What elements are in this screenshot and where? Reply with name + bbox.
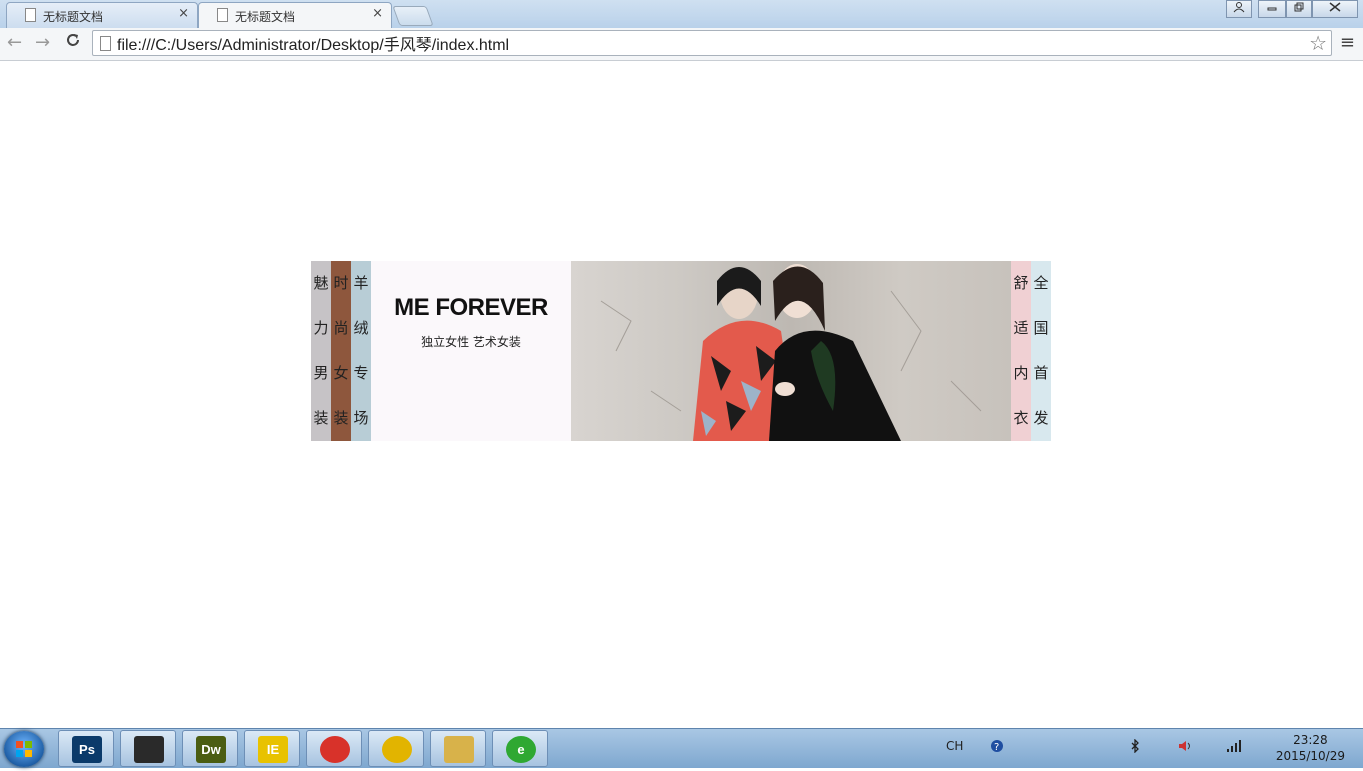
panel-char: 装	[333, 409, 349, 427]
two-models-image	[600, 264, 982, 441]
clock-date: 2015/10/29	[1275, 749, 1345, 763]
taskbar-photoshop[interactable]: Ps	[58, 730, 114, 767]
start-button[interactable]	[4, 731, 44, 767]
windows-taskbar: Ps Dw IE e CH ? 23:28 2015/10/29	[0, 728, 1363, 768]
close-window-button[interactable]	[1312, 0, 1358, 18]
chrome-icon	[320, 736, 350, 763]
restore-button[interactable]	[1286, 0, 1312, 18]
e-browser-icon: e	[506, 736, 536, 763]
panel-char: 全	[1033, 274, 1049, 292]
taskbar-music[interactable]	[368, 730, 424, 767]
svg-text:?: ?	[994, 742, 999, 753]
volume-icon[interactable]	[1178, 739, 1194, 756]
tab-1[interactable]: 无标题文档 ×	[6, 2, 198, 28]
help-circle-icon: ?	[991, 740, 1003, 753]
browser-toolbar: ← → ☆ ≡	[0, 28, 1363, 61]
folder-icon	[444, 736, 474, 763]
panel-char: 衣	[1013, 409, 1029, 427]
system-clock[interactable]: 23:28 2015/10/29	[1276, 732, 1345, 764]
chrome-menu-icon[interactable]: ≡	[1340, 32, 1355, 53]
minimize-button[interactable]	[1258, 0, 1286, 18]
clock-time: 23:28	[1293, 733, 1328, 747]
panel-char: 专	[353, 364, 369, 382]
brand-title: ME FOREVER	[394, 294, 548, 321]
accordion-panel-underwear[interactable]: 舒 适 内 衣	[1011, 261, 1031, 441]
close-icon	[1329, 2, 1341, 12]
browser-tab-strip: 无标题文档 × 无标题文档 ×	[0, 0, 1363, 28]
new-tab-button[interactable]	[392, 6, 434, 26]
page-icon	[100, 36, 111, 51]
person-icon	[1233, 2, 1245, 13]
network-signal-icon[interactable]	[1226, 739, 1242, 756]
help-icon[interactable]: ?	[990, 739, 1004, 756]
taskbar-explorer[interactable]	[430, 730, 486, 767]
panel-char: 尚	[333, 319, 349, 337]
panel-char: 国	[1033, 319, 1049, 337]
panel-char: 魅	[313, 274, 329, 292]
forward-button[interactable]: →	[35, 32, 50, 53]
taskbar-chrome[interactable]	[306, 730, 362, 767]
address-bar[interactable]: ☆	[92, 30, 1332, 56]
fashion-photo	[571, 261, 1011, 441]
windows-logo-icon	[16, 741, 32, 757]
reload-icon	[67, 34, 79, 46]
panel-char: 场	[353, 409, 369, 427]
qq-penguin-icon	[134, 736, 164, 763]
back-button[interactable]: ←	[7, 32, 22, 53]
accordion-banner: 魅 力 男 装 时 尚 女 装 羊 绒 专 场 ME FOREVER 独立女性 …	[311, 261, 1051, 441]
panel-char: 内	[1013, 364, 1029, 382]
reload-button[interactable]	[65, 32, 81, 53]
taskbar-dreamweaver[interactable]: Dw	[182, 730, 238, 767]
tab-title: 无标题文档	[235, 10, 296, 24]
user-profile-button[interactable]	[1226, 0, 1252, 18]
dreamweaver-icon: Dw	[196, 736, 226, 763]
tab-title: 无标题文档	[43, 10, 104, 24]
panel-char: 舒	[1013, 274, 1029, 292]
accordion-panel-launch[interactable]: 全 国 首 发	[1031, 261, 1051, 441]
bookmark-star-icon[interactable]: ☆	[1309, 31, 1327, 55]
tab-2[interactable]: 无标题文档 ×	[198, 2, 392, 28]
accordion-panel-womens[interactable]: 时 尚 女 装	[331, 261, 351, 441]
bluetooth-icon[interactable]	[1130, 738, 1140, 756]
url-input[interactable]	[117, 33, 1297, 53]
taskbar-ietester[interactable]: IE	[244, 730, 300, 767]
panel-char: 绒	[353, 319, 369, 337]
document-icon	[217, 8, 228, 22]
panel-char: 装	[313, 409, 329, 427]
accordion-panel-mens[interactable]: 魅 力 男 装	[311, 261, 331, 441]
accordion-panel-cashmere[interactable]: 羊 绒 专 场	[351, 261, 371, 441]
ietester-icon: IE	[258, 736, 288, 763]
tab-close-icon[interactable]: ×	[372, 6, 383, 21]
panel-char: 力	[313, 319, 329, 337]
panel-char: 时	[333, 274, 349, 292]
music-player-icon	[382, 736, 412, 763]
panel-char: 羊	[353, 274, 369, 292]
photoshop-icon: Ps	[72, 736, 102, 763]
panel-char: 女	[333, 364, 349, 382]
brand-subtitle: 独立女性 艺术女装	[421, 335, 521, 349]
language-indicator[interactable]: CH	[946, 739, 963, 753]
taskbar-qq[interactable]	[120, 730, 176, 767]
brand-panel[interactable]: ME FOREVER 独立女性 艺术女装	[371, 261, 571, 441]
bluetooth-icon-svg	[1131, 738, 1139, 754]
minimize-icon	[1267, 7, 1277, 11]
document-icon	[25, 8, 36, 22]
tab-close-icon[interactable]: ×	[178, 6, 189, 21]
taskbar-browser-e[interactable]: e	[492, 730, 548, 767]
signal-bars-icon	[1227, 740, 1241, 752]
speaker-icon	[1179, 741, 1190, 751]
panel-char: 发	[1033, 409, 1049, 427]
panel-char: 男	[313, 364, 329, 382]
panel-char: 适	[1013, 319, 1029, 337]
panel-char: 首	[1033, 364, 1049, 382]
restore-icon	[1294, 2, 1304, 12]
